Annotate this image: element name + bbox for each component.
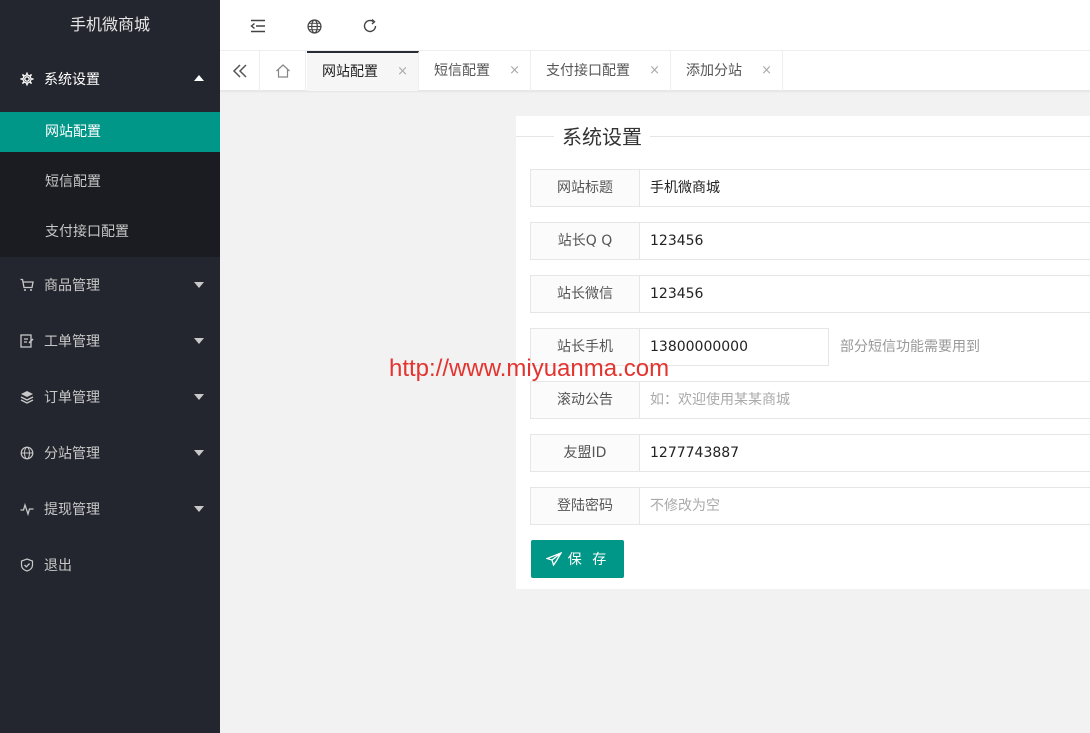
sidebar-item-label: 系统设置 (44, 71, 100, 88)
login-password-input[interactable]: 不修改为空 (639, 487, 1090, 525)
sidebar-subitem-site-config[interactable]: 网站配置 (0, 112, 220, 152)
site-title-input[interactable]: 手机微商城 (639, 169, 1090, 207)
shield-icon (20, 558, 34, 572)
sidebar-subitem-payment-config[interactable]: 支付接口配置 (0, 207, 220, 257)
home-icon[interactable] (260, 51, 306, 91)
section-title: 系统设置 (554, 124, 650, 150)
field-label: 友盟ID (530, 434, 640, 472)
form-row-site-title: 网站标题 手机微商城 (530, 169, 1090, 207)
sidebar-item-substations[interactable]: 分站管理 (0, 425, 220, 481)
gear-icon (20, 72, 34, 86)
sidebar-item-label: 订单管理 (44, 390, 100, 406)
sidebar-item-label: 分站管理 (44, 446, 100, 462)
close-icon[interactable]: × (761, 51, 772, 91)
admin-wechat-input[interactable]: 123456 (639, 275, 1090, 313)
caret-down-icon (194, 450, 204, 456)
save-button-label: 保 存 (567, 552, 610, 568)
umeng-id-input[interactable]: 1277743887 (639, 434, 1090, 472)
admin-qq-input[interactable]: 123456 (639, 222, 1090, 260)
tab-label: 网站配置 (322, 64, 378, 80)
caret-down-icon (194, 282, 204, 288)
sidebar-subitem-sms-config[interactable]: 短信配置 (0, 157, 220, 207)
globe-icon (20, 446, 34, 460)
sidebar-item-logout[interactable]: 退出 (0, 537, 220, 593)
globe-icon[interactable] (305, 17, 323, 35)
save-button[interactable]: 保 存 (531, 540, 624, 578)
form-row-announcement: 滚动公告 如：欢迎使用某某商城 (530, 381, 1090, 419)
sidebar-item-orders[interactable]: 订单管理 (0, 369, 220, 425)
field-label: 滚动公告 (530, 381, 640, 419)
settings-card: 系统设置 网站标题 手机微商城 站长Q Q 123456 站长微信 123456… (516, 116, 1090, 589)
refresh-icon[interactable] (361, 17, 379, 35)
tab-add-substation[interactable]: 添加分站 × (671, 51, 783, 91)
close-icon[interactable]: × (649, 51, 660, 91)
phone-field-hint: 部分短信功能需要用到 (840, 339, 980, 355)
send-icon (545, 552, 562, 566)
pulse-icon (20, 502, 34, 516)
cart-icon (20, 278, 34, 292)
field-label: 网站标题 (530, 169, 640, 207)
caret-up-icon (194, 74, 204, 81)
form-row-umeng-id: 友盟ID 1277743887 (530, 434, 1090, 472)
layers-icon (20, 390, 34, 404)
tab-label: 支付接口配置 (546, 63, 630, 79)
sidebar-item-label: 工单管理 (44, 334, 100, 350)
watermark-text: http://www.miyuanma.com (389, 355, 670, 382)
menu-collapse-icon[interactable] (249, 17, 267, 35)
sidebar-item-withdrawals[interactable]: 提现管理 (0, 481, 220, 537)
field-label: 站长微信 (530, 275, 640, 313)
top-header (220, 0, 1090, 51)
field-label: 站长Q Q (530, 222, 640, 260)
sidebar-item-system-settings[interactable]: 系统设置 (0, 50, 220, 107)
sidebar-item-label: 退出 (44, 558, 72, 574)
tab-label: 短信配置 (434, 63, 490, 79)
form-row-admin-qq: 站长Q Q 123456 (530, 222, 1090, 260)
tab-label: 添加分站 (686, 63, 742, 79)
close-icon[interactable]: × (509, 51, 520, 91)
sidebar-item-label: 提现管理 (44, 502, 100, 518)
caret-down-icon (194, 338, 204, 344)
sidebar-item-products[interactable]: 商品管理 (0, 257, 220, 313)
form-row-admin-wechat: 站长微信 123456 (530, 275, 1090, 313)
tab-site-config[interactable]: 网站配置 × (307, 51, 419, 91)
field-label: 登陆密码 (530, 487, 640, 525)
announcement-input[interactable]: 如：欢迎使用某某商城 (639, 381, 1090, 419)
tab-sms-config[interactable]: 短信配置 × (419, 51, 531, 91)
caret-down-icon (194, 506, 204, 512)
close-icon[interactable]: × (397, 53, 408, 91)
app-logo-title[interactable]: 手机微商城 (0, 0, 220, 50)
subnav-system-settings: 网站配置 短信配置 支付接口配置 (0, 112, 220, 257)
form-row-login-password: 登陆密码 不修改为空 (530, 487, 1090, 525)
tab-bar: 网站配置 × 短信配置 × 支付接口配置 × 添加分站 × (220, 51, 1090, 91)
sidebar-item-tickets[interactable]: 工单管理 (0, 313, 220, 369)
ticket-icon (20, 334, 34, 348)
sidebar: 手机微商城 系统设置 网站配置 短信配置 支付接口配置 商品管理 工单管理 订单… (0, 0, 220, 733)
tab-payment-config[interactable]: 支付接口配置 × (531, 51, 671, 91)
caret-down-icon (194, 394, 204, 400)
sidebar-item-label: 商品管理 (44, 278, 100, 294)
tab-scroll-left-icon[interactable] (220, 51, 260, 91)
